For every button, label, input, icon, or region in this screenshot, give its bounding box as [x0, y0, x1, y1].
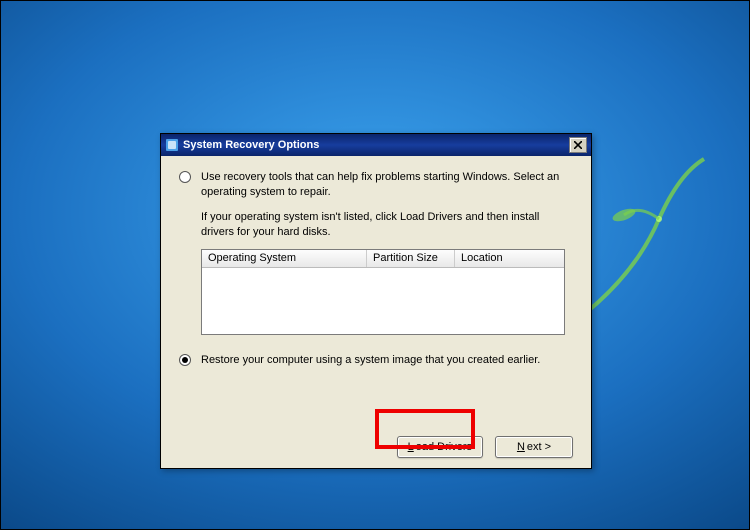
radio-recovery-tools[interactable]	[179, 171, 191, 183]
option-restore-image[interactable]: Restore your computer using a system ima…	[179, 353, 573, 368]
load-drivers-hint: If your operating system isn't listed, c…	[201, 210, 573, 240]
col-location[interactable]: Location	[455, 250, 564, 267]
window-title: System Recovery Options	[183, 139, 569, 151]
option-recovery-tools-label: Use recovery tools that can help fix pro…	[201, 170, 573, 200]
titlebar: System Recovery Options	[161, 134, 591, 156]
next-button[interactable]: Next >	[495, 436, 573, 458]
system-recovery-options-dialog: System Recovery Options Use recovery too…	[160, 133, 592, 469]
os-table-header: Operating System Partition Size Location	[202, 250, 564, 268]
col-operating-system[interactable]: Operating System	[202, 250, 367, 267]
load-drivers-button[interactable]: Load Drivers	[397, 436, 483, 458]
os-table[interactable]: Operating System Partition Size Location	[201, 249, 565, 335]
radio-restore-image[interactable]	[179, 354, 191, 366]
close-icon	[574, 141, 582, 149]
option-recovery-tools[interactable]: Use recovery tools that can help fix pro…	[179, 170, 573, 200]
col-partition-size[interactable]: Partition Size	[367, 250, 455, 267]
system-recovery-icon	[165, 138, 179, 152]
button-row: Load Drivers Next >	[397, 436, 573, 458]
close-button[interactable]	[569, 137, 587, 153]
option-restore-image-label: Restore your computer using a system ima…	[201, 353, 540, 368]
dialog-body: Use recovery tools that can help fix pro…	[161, 156, 591, 468]
